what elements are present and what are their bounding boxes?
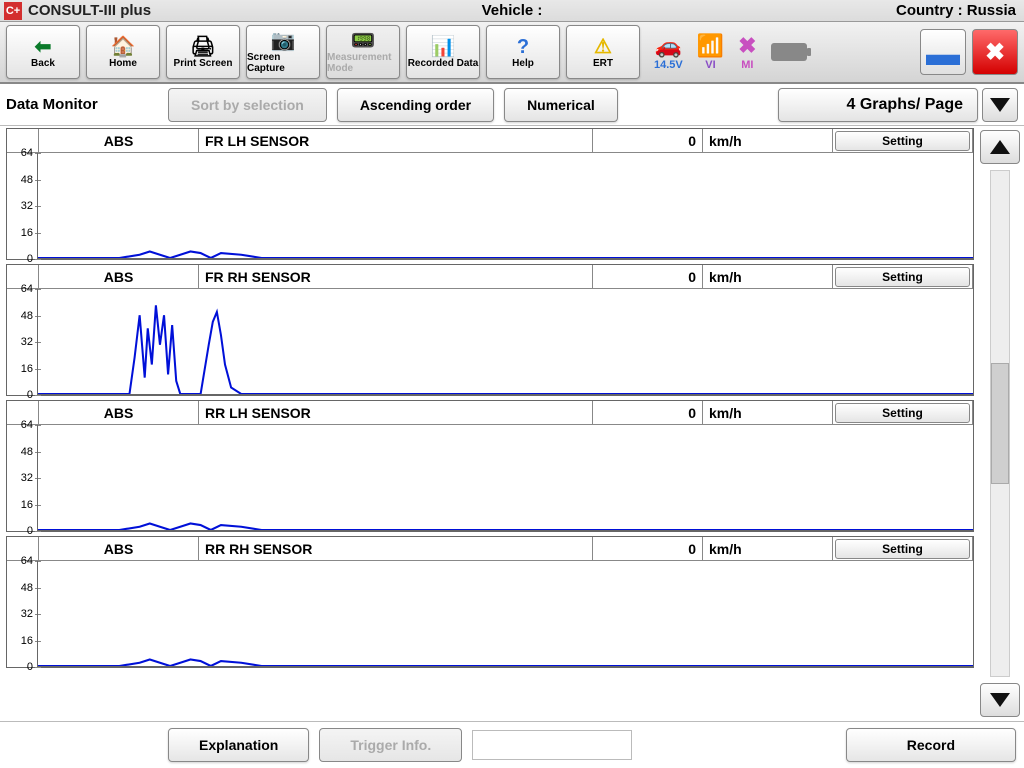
mi-indicator: ✖MI [738,33,756,71]
title-bar: C+ CONSULT-III plus Vehicle : Country : … [0,0,1024,22]
explanation-button[interactable]: Explanation [168,728,309,762]
setting-button[interactable]: Setting [835,539,970,559]
signal-icon: 📶 [697,33,724,59]
system-label: ABS [39,401,199,424]
scroll-up-button[interactable] [980,130,1020,164]
graph-panel: ABS FR LH SENSOR 0 km/h Setting 64483216… [6,128,974,260]
page-title: Data Monitor [6,96,146,113]
signal-unit: km/h [703,265,833,288]
signal-unit: km/h [703,129,833,152]
battery-indicator [771,43,807,61]
signal-value: 0 [593,401,703,424]
screen-capture-button[interactable]: 📷Screen Capture [246,25,320,79]
y-axis: 644832160 [7,289,37,395]
app-logo-icon: C+ [4,2,22,20]
chart-canvas [37,425,973,531]
setting-button[interactable]: Setting [835,403,970,423]
chevron-down-icon [990,693,1010,707]
signal-label: RR LH SENSOR [199,401,593,424]
country-label: Country : Russia [896,2,1016,19]
signal-label: FR RH SENSOR [199,265,593,288]
trigger-info-field [472,730,632,760]
setting-button[interactable]: Setting [835,131,970,151]
measurement-mode-button: 📟Measurement Mode [326,25,400,79]
car-icon: 🚗 [655,33,682,59]
signal-value: 0 [593,265,703,288]
signal-unit: km/h [703,537,833,560]
signal-label: FR LH SENSOR [199,129,593,152]
scroll-track[interactable] [990,170,1010,677]
graphs-per-page-display[interactable]: 4 Graphs/ Page [778,88,978,122]
graphs-per-page-dropdown[interactable] [982,88,1018,122]
vehicle-voltage: 🚗14.5V [654,33,683,71]
measurement-icon: 📟 [351,30,376,52]
trigger-info-button: Trigger Info. [319,728,462,762]
home-button[interactable]: 🏠Home [86,25,160,79]
chevron-up-icon [990,140,1010,154]
graph-panel: ABS RR RH SENSOR 0 km/h Setting 64483216… [6,536,974,668]
plot-area: 644832160 [7,153,973,259]
vehicle-label: Vehicle : [482,2,543,19]
system-label: ABS [39,265,199,288]
status-panel: 🚗14.5V 📶VI ✖MI [654,33,807,71]
chevron-down-icon [990,98,1010,112]
plot-area: 644832160 [7,425,973,531]
option-bar: Data Monitor Sort by selection Ascending… [0,84,1024,126]
y-axis: 644832160 [7,425,37,531]
help-icon: ? [517,36,529,58]
back-arrow-icon: ⬅ [35,36,52,58]
chart-canvas [37,289,973,395]
graph-panel: ABS FR RH SENSOR 0 km/h Setting 64483216… [6,264,974,396]
system-label: ABS [39,537,199,560]
main-toolbar: ⬅Back 🏠Home 🖨Print Screen 📷Screen Captur… [0,22,1024,84]
y-axis: 644832160 [7,561,37,667]
window-controls: ▬ ✖ [920,29,1018,75]
plot-area: 644832160 [7,561,973,667]
minimize-button[interactable]: ▬ [920,29,966,75]
print-screen-button[interactable]: 🖨Print Screen [166,25,240,79]
chart-canvas [37,561,973,667]
system-label: ABS [39,129,199,152]
bottom-bar: Explanation Trigger Info. Record [0,721,1024,767]
sort-by-selection-button: Sort by selection [168,88,327,122]
recorded-data-icon: 📊 [431,36,456,58]
signal-value: 0 [593,537,703,560]
record-button[interactable]: Record [846,728,1016,762]
printer-icon: 🖨 [190,36,215,58]
scroll-down-button[interactable] [980,683,1020,717]
recorded-data-button[interactable]: 📊Recorded Data [406,25,480,79]
signal-value: 0 [593,129,703,152]
signal-label: RR RH SENSOR [199,537,593,560]
x-icon: ✖ [738,33,756,59]
scroll-thumb[interactable] [991,363,1009,484]
minimize-icon: ▬ [926,35,960,74]
signal-unit: km/h [703,401,833,424]
y-axis: 644832160 [7,153,37,259]
vi-indicator: 📶VI [697,33,724,71]
close-button[interactable]: ✖ [972,29,1018,75]
chart-canvas [37,153,973,259]
home-icon: 🏠 [111,36,136,58]
help-button[interactable]: ?Help [486,25,560,79]
ascending-order-button[interactable]: Ascending order [337,88,494,122]
setting-button[interactable]: Setting [835,267,970,287]
close-icon: ✖ [985,38,1005,67]
graph-panel: ABS RR LH SENSOR 0 km/h Setting 64483216… [6,400,974,532]
plot-area: 644832160 [7,289,973,395]
graph-area: ABS FR LH SENSOR 0 km/h Setting 64483216… [0,126,1024,721]
app-title: CONSULT-III plus [28,2,151,19]
back-button[interactable]: ⬅Back [6,25,80,79]
battery-icon [771,43,807,61]
camera-icon: 📷 [271,30,296,52]
warning-icon: ⚠ [594,36,612,58]
graph-list: ABS FR LH SENSOR 0 km/h Setting 64483216… [0,126,976,721]
numerical-button[interactable]: Numerical [504,88,618,122]
scroll-column [976,126,1024,721]
ert-button[interactable]: ⚠ERT [566,25,640,79]
